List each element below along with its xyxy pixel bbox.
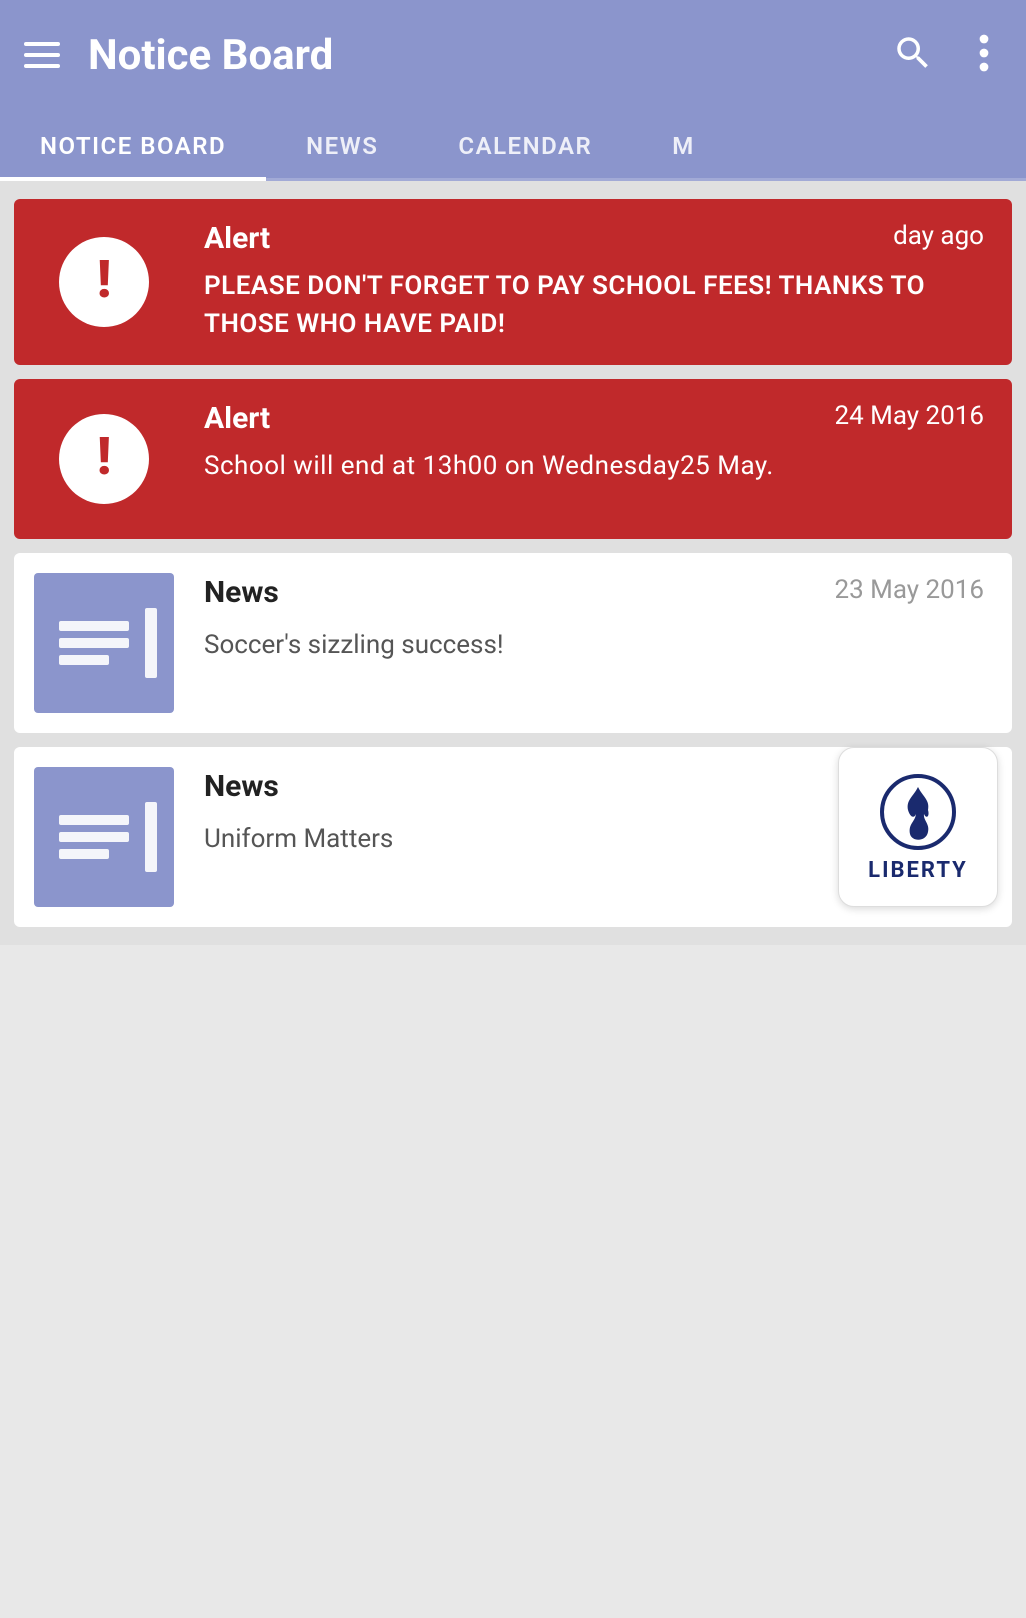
alert-icon-area: ! [14, 199, 194, 365]
search-icon[interactable] [892, 32, 934, 78]
liberty-flame-icon [878, 772, 958, 852]
news-card-2-wrap: News 23 Uniform Matters LIBERTY [14, 747, 1012, 927]
card-type-label-2: Alert [204, 401, 270, 436]
news-icon-box-2 [34, 767, 174, 907]
card-date: day ago [893, 221, 984, 251]
news-body-1: News 23 May 2016 Soccer's sizzling succe… [194, 553, 1012, 733]
alert-icon-area-2: ! [14, 379, 194, 539]
card-type-label: Alert [204, 221, 270, 256]
card-text-news-1: Soccer's sizzling success! [204, 630, 984, 660]
header-right [892, 32, 1002, 78]
news-icon-box-1 [34, 573, 174, 713]
card-text-2: School will end at 13h00 on Wednesday25 … [204, 448, 984, 486]
card-header-row: Alert day ago [204, 221, 984, 256]
header-left: Notice Board [24, 31, 333, 80]
news-icon-area-1 [14, 553, 194, 733]
more-options-icon[interactable] [966, 32, 1002, 78]
alert-body-2: Alert 24 May 2016 School will end at 13h… [194, 379, 1012, 539]
liberty-label: LIBERTY [868, 858, 968, 883]
card-header-row-2: Alert 24 May 2016 [204, 401, 984, 436]
news-icon-area-2 [14, 747, 194, 927]
tab-news[interactable]: NEWS [266, 110, 418, 178]
card-text: PLEASE DON'T FORGET TO PAY SCHOOL FEES! … [204, 268, 984, 343]
page-title: Notice Board [88, 31, 333, 80]
app-header: Notice Board [0, 0, 1026, 110]
card-header-row-news1: News 23 May 2016 [204, 575, 984, 610]
card-date-2: 24 May 2016 [834, 401, 984, 431]
liberty-logo: LIBERTY [838, 747, 998, 907]
tab-more[interactable]: M [632, 110, 735, 178]
card-type-news-2: News [204, 769, 279, 804]
alert-card-1[interactable]: ! Alert day ago PLEASE DON'T FORGET TO P… [14, 199, 1012, 365]
alert-icon-2: ! [59, 414, 149, 504]
news-card-1[interactable]: News 23 May 2016 Soccer's sizzling succe… [14, 553, 1012, 733]
alert-card-2[interactable]: ! Alert 24 May 2016 School will end at 1… [14, 379, 1012, 539]
card-date-news-1: 23 May 2016 [834, 575, 984, 605]
tab-calendar[interactable]: CALENDAR [418, 110, 632, 178]
alert-body: Alert day ago PLEASE DON'T FORGET TO PAY… [194, 199, 1012, 365]
tab-notice-board[interactable]: NOTICE BOARD [0, 110, 266, 178]
content-area: ! Alert day ago PLEASE DON'T FORGET TO P… [0, 181, 1026, 945]
alert-icon: ! [59, 237, 149, 327]
tab-bar: NOTICE BOARD NEWS CALENDAR M [0, 110, 1026, 181]
hamburger-menu-icon[interactable] [24, 42, 60, 68]
card-type-news-1: News [204, 575, 279, 610]
